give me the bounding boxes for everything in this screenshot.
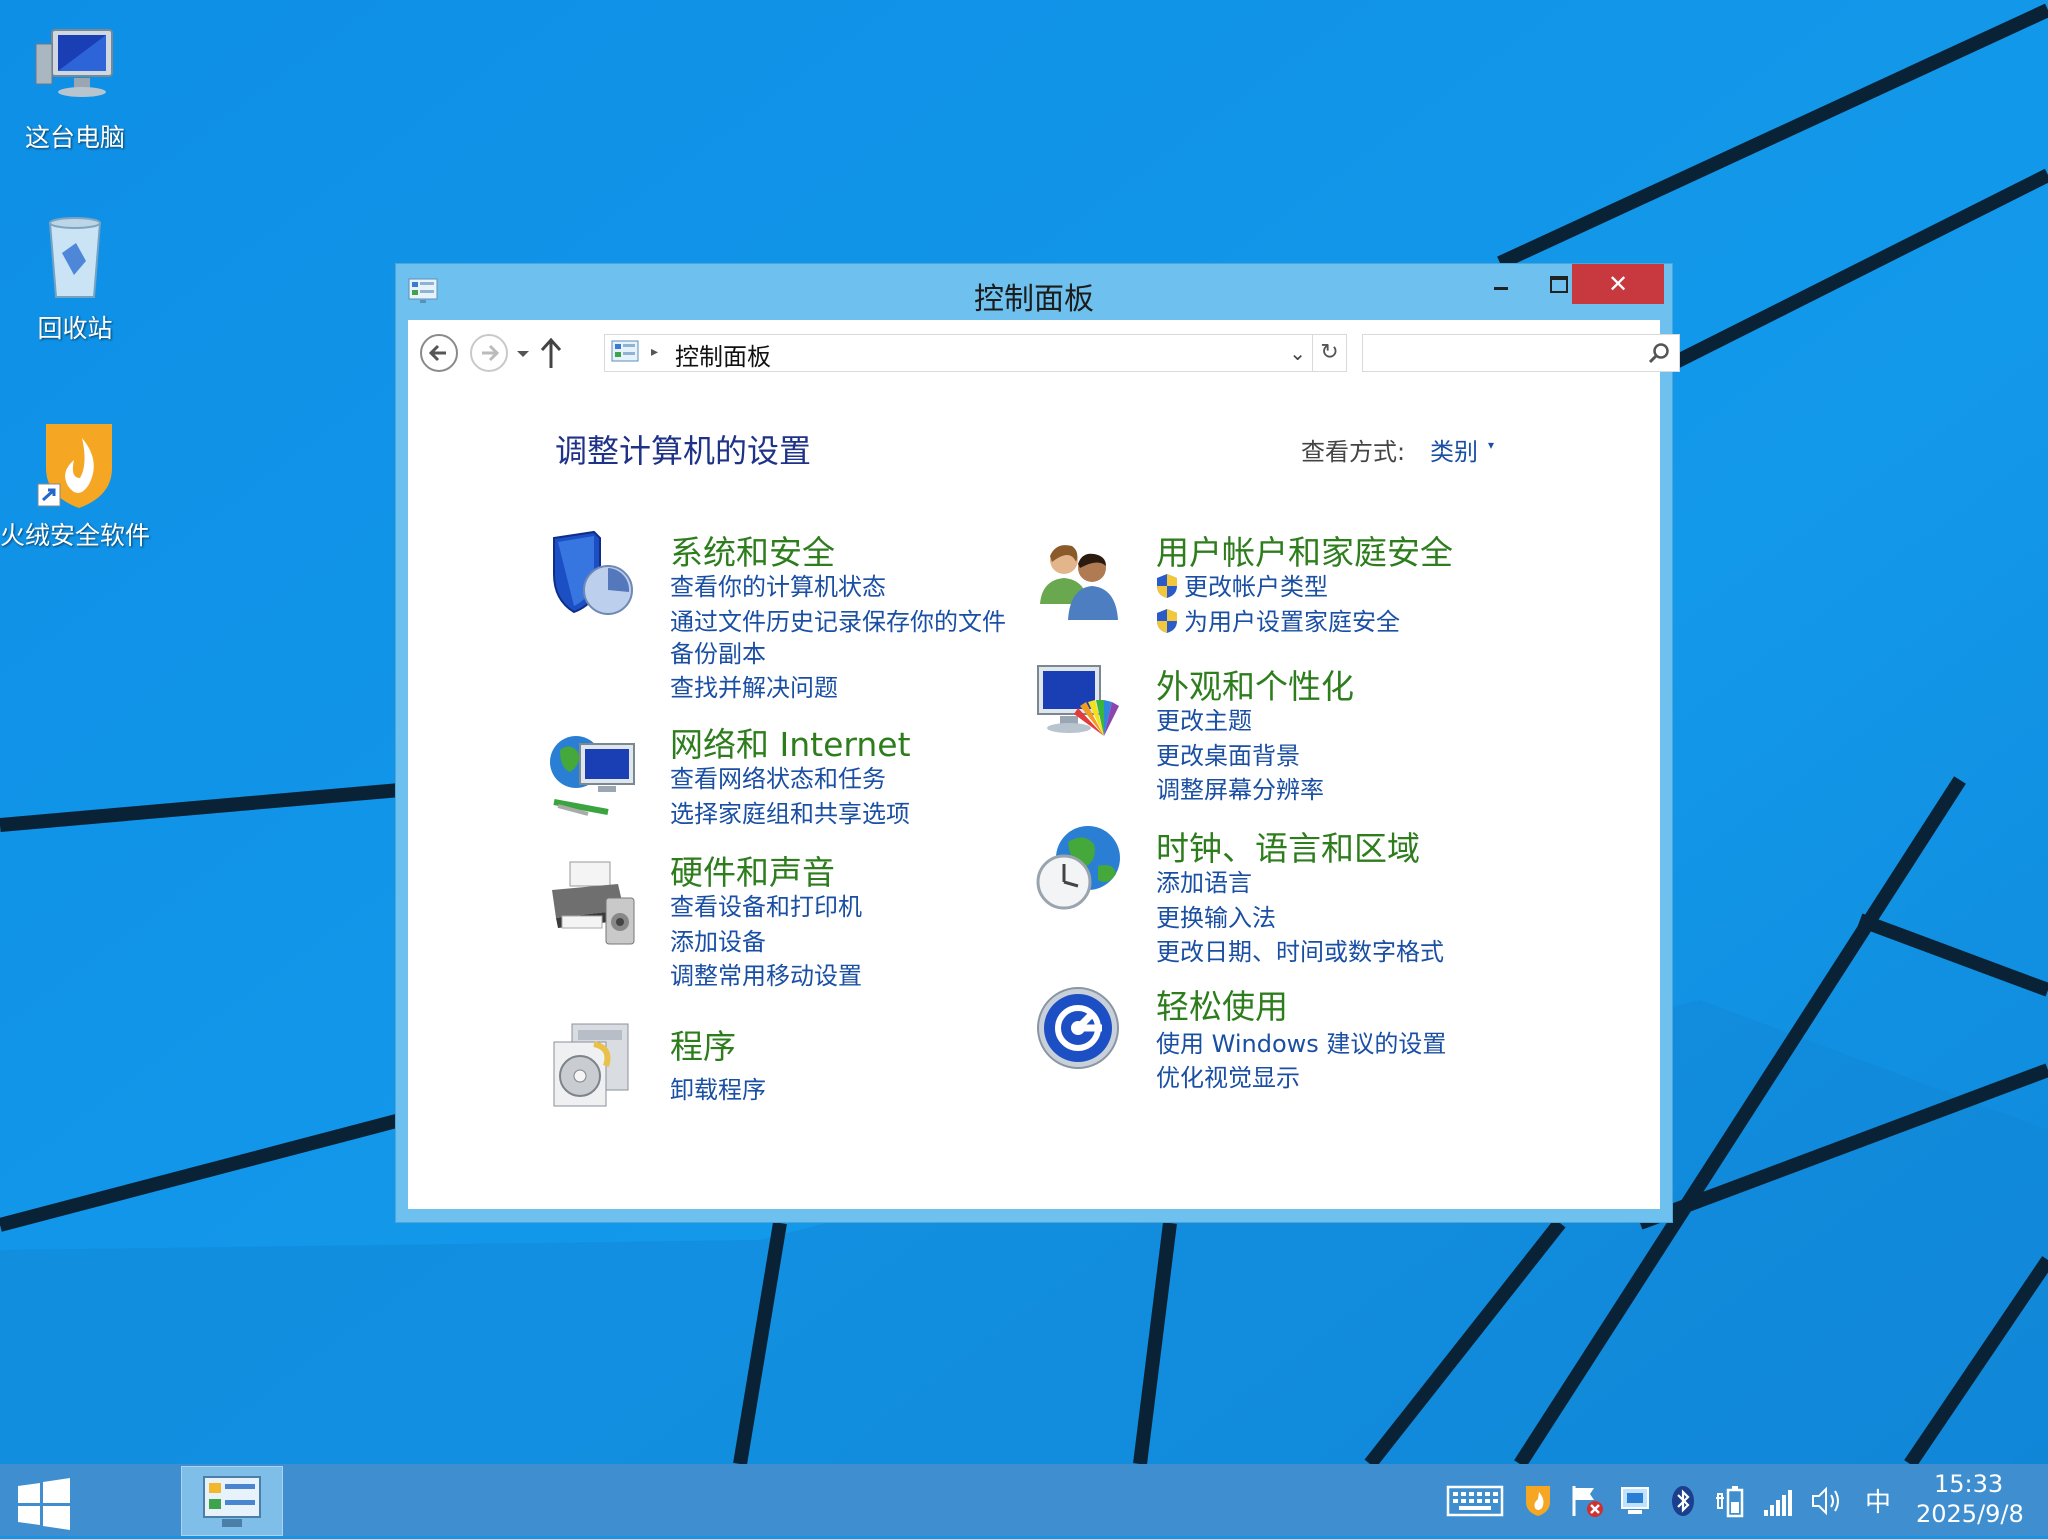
minimize-button[interactable] (1472, 264, 1530, 304)
printer-icon[interactable] (548, 858, 638, 948)
arrow-right-icon (482, 344, 500, 362)
link-label[interactable]: 为用户设置家庭安全 (1184, 608, 1400, 636)
link-devices-printers[interactable]: 查看设备和打印机 (670, 887, 862, 922)
control-panel-taskbar-icon (203, 1476, 261, 1527)
desktop-icon-this-pc[interactable]: 这台电脑 (0, 22, 150, 154)
control-panel-window: 控制面板 ✕ ▸ 控制面板 ⌄ ↻ 调整计算机的设置 查看方式: 类别 ▾ 系统… (395, 263, 1680, 1223)
search-input[interactable] (1367, 339, 1641, 369)
taskbar: 中 15:33 2025/9/8 (0, 1464, 2048, 1536)
windows-start-icon[interactable] (14, 1474, 74, 1534)
uac-shield-icon (1157, 574, 1177, 598)
clock-date[interactable]: 2025/9/8 (1916, 1500, 2024, 1528)
volume-icon[interactable] (1810, 1484, 1844, 1518)
desktop-icon-huorong[interactable]: 火绒安全软件 (0, 420, 150, 552)
ime-indicator[interactable]: 中 (1865, 1482, 1891, 1519)
link-add-device[interactable]: 添加设备 (670, 922, 766, 957)
arrow-left-icon (428, 344, 446, 362)
address-bar[interactable]: ▸ 控制面板 ⌄ (604, 334, 1313, 372)
up-arrow-icon[interactable] (538, 336, 564, 370)
link-backup-copy[interactable]: 备份副本 (670, 634, 766, 669)
link-windows-recommended-settings[interactable]: 使用 Windows 建议的设置 (1156, 1024, 1446, 1059)
desktop-icon-label: 火绒安全软件 (0, 521, 151, 550)
page-title: 调整计算机的设置 (555, 432, 812, 470)
power-battery-icon[interactable] (1714, 1484, 1748, 1518)
recycle-bin-icon (30, 213, 120, 303)
bluetooth-icon[interactable] (1670, 1484, 1696, 1518)
link-family-safety[interactable]: 为用户设置家庭安全 (1156, 602, 1400, 637)
link-change-input-method[interactable]: 更换输入法 (1156, 898, 1276, 933)
window-content: ▸ 控制面板 ⌄ ↻ 调整计算机的设置 查看方式: 类别 ▾ 系统和安全 查看你… (408, 320, 1680, 1209)
view-by-dropdown[interactable]: 类别 (1430, 432, 1478, 467)
huorong-tray-icon[interactable] (1524, 1484, 1552, 1518)
link-change-desktop-background[interactable]: 更改桌面背景 (1156, 736, 1300, 771)
ease-of-access-icon[interactable] (1034, 984, 1124, 1074)
title-bar[interactable]: 控制面板 ✕ (396, 264, 1672, 319)
category-title-ease-of-access[interactable]: 轻松使用 (1156, 980, 1288, 1028)
clock-time[interactable]: 15:33 (1934, 1470, 2003, 1498)
link-label[interactable]: 更改帐户类型 (1184, 573, 1328, 601)
monitor-palette-icon[interactable] (1034, 660, 1124, 750)
link-change-account-type[interactable]: 更改帐户类型 (1156, 567, 1328, 602)
network-icon[interactable] (548, 728, 638, 818)
link-mobility-settings[interactable]: 调整常用移动设置 (670, 956, 862, 991)
desktop-icon-label: 这台电脑 (24, 123, 125, 152)
link-network-status[interactable]: 查看网络状态和任务 (670, 759, 886, 794)
navigation-bar: ▸ 控制面板 ⌄ ↻ (408, 320, 1680, 392)
breadcrumb-separator-icon: ▸ (651, 344, 659, 360)
network-adapter-icon[interactable] (1618, 1484, 1652, 1518)
close-button[interactable]: ✕ (1572, 264, 1664, 304)
link-optimize-visual-display[interactable]: 优化视觉显示 (1156, 1058, 1300, 1093)
recent-locations-chevron-down-icon[interactable] (512, 342, 534, 364)
control-panel-small-icon (611, 340, 639, 362)
desktop-icon-label: 回收站 (37, 314, 113, 343)
link-homegroup-sharing[interactable]: 选择家庭组和共享选项 (670, 794, 910, 829)
link-view-computer-status[interactable]: 查看你的计算机状态 (670, 567, 886, 602)
link-change-theme[interactable]: 更改主题 (1156, 701, 1252, 736)
view-by-arrow-icon[interactable]: ▾ (1488, 438, 1494, 452)
desktop-icon-recycle-bin[interactable]: 回收站 (0, 213, 150, 345)
link-troubleshoot[interactable]: 查找并解决问题 (670, 668, 838, 703)
link-add-language[interactable]: 添加语言 (1156, 863, 1252, 898)
refresh-button[interactable]: ↻ (1313, 334, 1347, 372)
action-center-flag-icon[interactable] (1570, 1484, 1604, 1518)
search-icon[interactable] (1647, 341, 1671, 365)
address-history-dropdown[interactable]: ⌄ (1289, 341, 1306, 365)
link-change-date-time-format[interactable]: 更改日期、时间或数字格式 (1156, 932, 1444, 967)
back-button[interactable] (420, 334, 458, 372)
link-file-history[interactable]: 通过文件历史记录保存你的文件 (670, 602, 1006, 637)
signal-strength-icon[interactable] (1762, 1484, 1796, 1518)
category-title-programs[interactable]: 程序 (670, 1020, 736, 1068)
forward-button[interactable] (470, 334, 508, 372)
users-icon[interactable] (1034, 534, 1124, 624)
link-uninstall-program[interactable]: 卸载程序 (670, 1070, 766, 1105)
breadcrumb-control-panel[interactable]: 控制面板 (675, 337, 771, 372)
programs-icon[interactable] (548, 1020, 638, 1110)
taskbar-control-panel-button[interactable] (181, 1466, 283, 1536)
shield-icon[interactable] (548, 530, 638, 620)
link-adjust-resolution[interactable]: 调整屏幕分辨率 (1156, 770, 1324, 805)
search-box[interactable] (1362, 334, 1680, 372)
view-by-label: 查看方式: (1301, 438, 1406, 466)
uac-shield-icon (1157, 609, 1177, 633)
computer-icon (30, 22, 120, 112)
huorong-shield-icon (30, 420, 120, 510)
clock-globe-icon[interactable] (1034, 822, 1124, 912)
touch-keyboard-icon[interactable] (1446, 1484, 1504, 1518)
